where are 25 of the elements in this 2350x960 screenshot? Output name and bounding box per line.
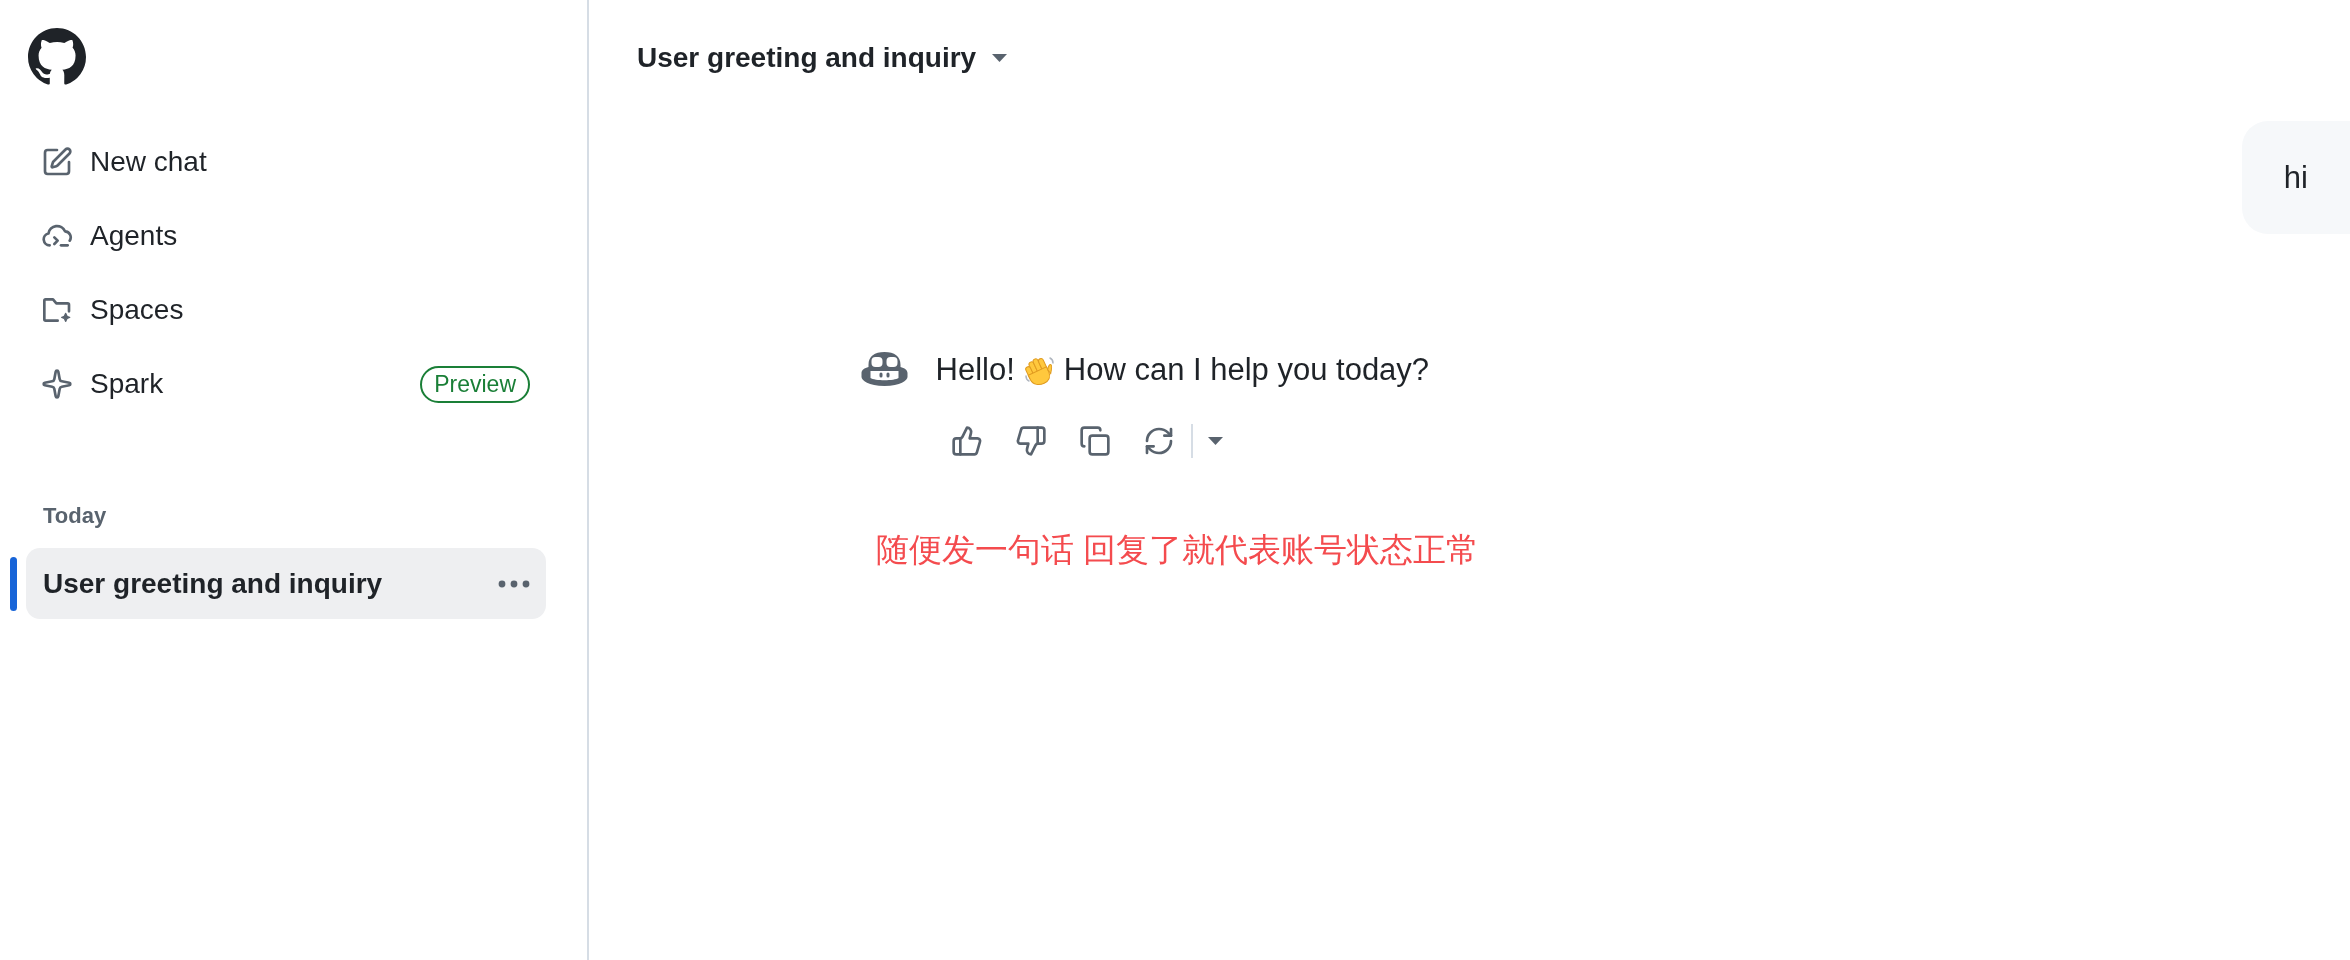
copy-icon xyxy=(1078,425,1111,457)
assistant-message-text: Hello! xyxy=(935,351,1015,389)
sparkle-icon xyxy=(41,368,73,400)
pencil-square-icon xyxy=(41,146,73,178)
preview-badge: Preview xyxy=(420,365,530,403)
thumbs-up-icon xyxy=(950,425,983,457)
github-logo-icon xyxy=(28,28,86,86)
nav-item[interactable]: New chat xyxy=(41,125,530,199)
thumbs-down-icon xyxy=(1014,425,1047,457)
home-logo-link[interactable] xyxy=(28,28,86,86)
assistant-message-text: How can I help you today? xyxy=(1063,351,1430,389)
nav-item[interactable]: Agents xyxy=(41,199,530,273)
annotation-text: 随便发一句话 回复了就代表账号状态正常 xyxy=(874,530,1480,570)
caret-icon xyxy=(992,54,1008,62)
chat-list-item[interactable]: User greeting and inquiry xyxy=(26,548,546,619)
nav-item[interactable]: Spark Preview xyxy=(41,347,530,421)
section-heading: Today xyxy=(42,502,108,530)
conversation-title-button[interactable]: User greeting and inquiry xyxy=(629,36,1016,80)
user-message-bubble: hi xyxy=(2241,121,2350,234)
caret-icon xyxy=(1207,437,1223,445)
bot-avatar-icon xyxy=(859,351,909,387)
nav-item[interactable]: Spaces xyxy=(41,273,530,347)
kebab-icon xyxy=(498,579,530,588)
more-options-button[interactable] xyxy=(498,579,530,588)
waving-hand-icon xyxy=(1022,354,1056,386)
